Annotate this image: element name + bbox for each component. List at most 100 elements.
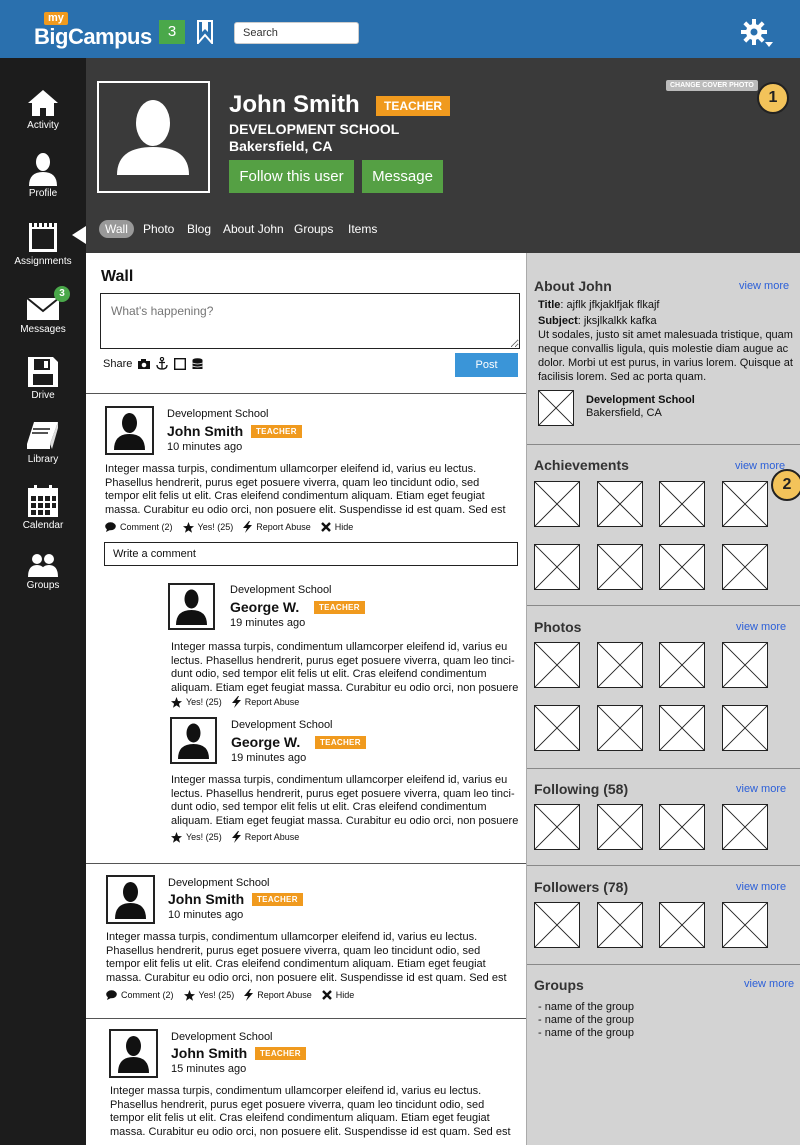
photo-thumb[interactable]: [597, 642, 643, 688]
post-avatar[interactable]: [105, 406, 154, 455]
group-item[interactable]: - name of the group: [538, 1014, 634, 1026]
comment-action[interactable]: Comment (2): [106, 990, 174, 1000]
achievement-thumb[interactable]: [659, 481, 705, 527]
school-logo[interactable]: [538, 390, 574, 426]
nav-profile[interactable]: Profile: [0, 152, 86, 199]
tab-wall[interactable]: Wall: [99, 220, 134, 238]
camera-icon[interactable]: [138, 358, 151, 369]
photo-thumb[interactable]: [534, 705, 580, 751]
tab-items[interactable]: Items: [348, 220, 377, 238]
database-icon[interactable]: [192, 357, 204, 370]
profile-sidebar: About John view more Title: ajflk jfkjak…: [526, 253, 800, 1145]
follower-thumb[interactable]: [659, 902, 705, 948]
achievement-thumb[interactable]: [534, 544, 580, 590]
follow-button[interactable]: Follow this user: [229, 160, 354, 193]
followers-view-more-link[interactable]: view more: [736, 881, 786, 893]
achievement-thumb[interactable]: [722, 544, 768, 590]
tab-photo[interactable]: Photo: [143, 220, 174, 238]
comment-input[interactable]: [104, 542, 518, 566]
report-abuse-action[interactable]: Report Abuse: [243, 521, 311, 533]
groups-view-more-link[interactable]: view more: [744, 978, 794, 990]
about-view-more-link[interactable]: view more: [739, 280, 789, 292]
search-input[interactable]: [234, 22, 359, 44]
following-thumb[interactable]: [534, 804, 580, 850]
achievement-thumb[interactable]: [597, 481, 643, 527]
file-icon[interactable]: [174, 357, 187, 370]
following-thumb[interactable]: [722, 804, 768, 850]
change-cover-photo-button[interactable]: CHANGE COVER PHOTO: [666, 80, 758, 91]
hide-action[interactable]: Hide: [320, 522, 353, 532]
reply-time: 19 minutes ago: [231, 752, 307, 764]
nav-drive[interactable]: Drive: [0, 356, 86, 401]
report-abuse-action[interactable]: Report Abuse: [244, 989, 312, 1001]
post-author[interactable]: John Smith: [168, 891, 244, 907]
reply-avatar[interactable]: [168, 583, 215, 630]
status-composer[interactable]: [100, 293, 520, 349]
bookmark-icon[interactable]: [197, 20, 213, 44]
follower-thumb[interactable]: [597, 902, 643, 948]
nav-label: Messages: [20, 324, 66, 335]
achievement-thumb[interactable]: [659, 544, 705, 590]
following-view-more-link[interactable]: view more: [736, 783, 786, 795]
callout-2: 2: [771, 469, 800, 501]
post-avatar[interactable]: [106, 875, 155, 924]
following-thumb[interactable]: [597, 804, 643, 850]
logo-brand: BigCampus: [34, 24, 152, 49]
photo-thumb[interactable]: [659, 642, 705, 688]
photo-thumb[interactable]: [534, 642, 580, 688]
profile-avatar[interactable]: [97, 81, 210, 193]
gear-icon[interactable]: [740, 18, 776, 52]
post-avatar[interactable]: [109, 1029, 158, 1078]
report-abuse-action[interactable]: Report Abuse: [231, 831, 299, 843]
hide-action[interactable]: Hide: [321, 990, 354, 1000]
group-item[interactable]: - name of the group: [538, 1001, 634, 1013]
image-placeholder-icon: [535, 706, 579, 750]
post-button[interactable]: Post: [455, 353, 518, 377]
achievement-thumb[interactable]: [722, 481, 768, 527]
image-placeholder-icon: [598, 805, 642, 849]
photo-thumb[interactable]: [659, 705, 705, 751]
post-author[interactable]: John Smith: [167, 423, 243, 439]
follower-thumb[interactable]: [722, 902, 768, 948]
anchor-icon[interactable]: [156, 357, 169, 370]
photo-thumb[interactable]: [597, 705, 643, 751]
photo-thumb[interactable]: [722, 705, 768, 751]
nav-library[interactable]: Library: [0, 420, 86, 465]
home-icon: [28, 90, 58, 116]
post-author[interactable]: John Smith: [171, 1045, 247, 1061]
tab-groups[interactable]: Groups: [294, 220, 333, 238]
yes-action[interactable]: Yes! (25): [182, 521, 233, 533]
achievement-thumb[interactable]: [597, 544, 643, 590]
comment-action[interactable]: Comment (2): [105, 522, 173, 532]
wall-panel: Wall Share Post Development School John …: [86, 253, 526, 1145]
nav-messages[interactable]: 3 Messages: [0, 286, 86, 335]
nav-calendar[interactable]: Calendar: [0, 484, 86, 531]
reply-author[interactable]: George W.: [230, 599, 299, 615]
yes-action[interactable]: Yes! (25): [171, 831, 222, 843]
nav-activity[interactable]: Activity: [0, 88, 86, 131]
report-abuse-action[interactable]: Report Abuse: [231, 696, 299, 708]
close-icon: [321, 990, 332, 1000]
group-item[interactable]: - name of the group: [538, 1027, 634, 1039]
image-placeholder-icon: [598, 643, 642, 687]
achievements-view-more-link[interactable]: view more: [735, 460, 785, 472]
nav-groups[interactable]: Groups: [0, 552, 86, 591]
reply-avatar[interactable]: [170, 717, 217, 764]
photos-view-more-link[interactable]: view more: [736, 621, 786, 633]
message-button[interactable]: Message: [362, 160, 443, 193]
image-placeholder-icon: [535, 903, 579, 947]
reply-role-badge: TEACHER: [315, 736, 366, 749]
yes-action[interactable]: Yes! (25): [183, 989, 234, 1001]
yes-action[interactable]: Yes! (25): [171, 696, 222, 708]
following-thumb[interactable]: [659, 804, 705, 850]
achievement-thumb[interactable]: [534, 481, 580, 527]
reply-author[interactable]: George W.: [231, 734, 300, 750]
tab-about[interactable]: About John: [223, 220, 284, 238]
photo-thumb[interactable]: [722, 642, 768, 688]
logo[interactable]: my BigCampus: [34, 12, 152, 49]
nav-label: Activity: [27, 120, 59, 131]
nav-assignments[interactable]: Assignments: [0, 220, 86, 267]
tab-blog[interactable]: Blog: [187, 220, 211, 238]
follower-thumb[interactable]: [534, 902, 580, 948]
notification-count[interactable]: 3: [159, 20, 185, 44]
